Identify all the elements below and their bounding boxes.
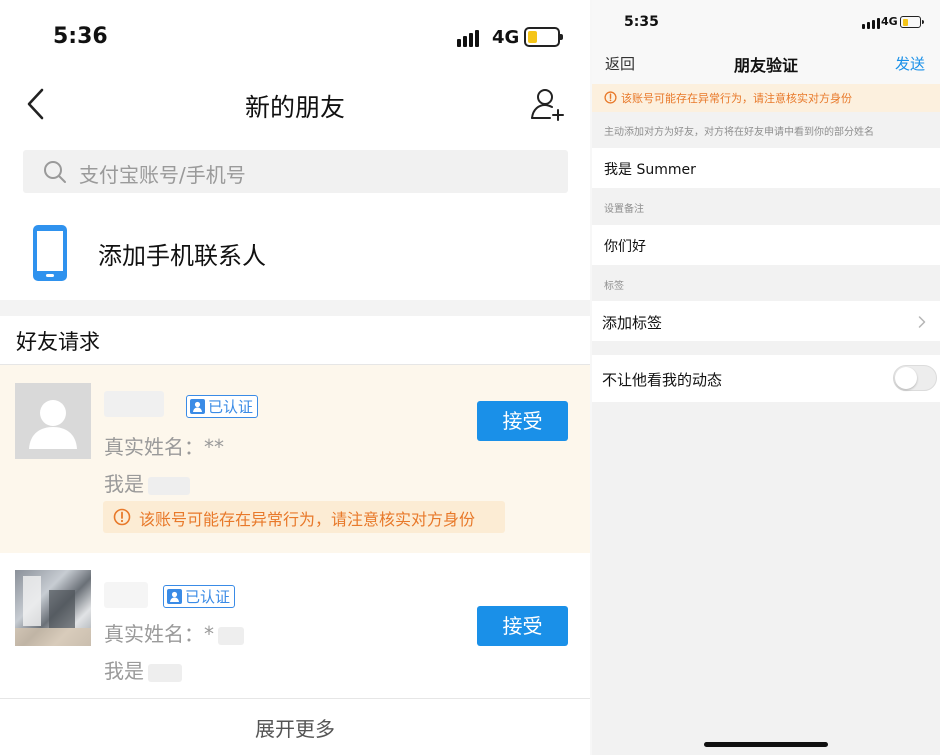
privacy-label: 不让他看我的动态 (602, 371, 723, 389)
default-avatar-icon (29, 400, 77, 449)
privacy-row: 不让他看我的动态 (592, 355, 940, 402)
tags-caption: 标签 (604, 281, 624, 292)
info-circle-icon (604, 91, 617, 104)
real-name-value: ** (204, 435, 224, 459)
status-time: 5:36 (53, 24, 108, 49)
battery-icon (900, 16, 924, 28)
phone-icon (33, 225, 67, 281)
avatar (15, 570, 91, 646)
risk-warning-banner: 该账号可能存在异常行为，请注意核实对方身份 (592, 84, 940, 112)
risk-warning-text: 该账号可能存在异常行为，请注意核实对方身份 (621, 92, 852, 105)
add-tag-row[interactable]: 添加标签 (592, 301, 940, 341)
toggle-knob (895, 367, 917, 389)
top-bar: 5:35 4G 返回 朋友验证 发送 (592, 0, 940, 84)
chevron-right-icon (918, 316, 926, 328)
request-message-prefix: 我是 (104, 659, 144, 683)
message-redacted (148, 476, 190, 495)
avatar (15, 383, 91, 459)
page-title: 新的朋友 (244, 93, 345, 122)
friend-requests-header: 好友请求 (16, 330, 100, 354)
home-indicator (704, 742, 828, 747)
accept-button[interactable]: 接受 (477, 401, 568, 441)
add-friend-icon[interactable] (528, 85, 568, 125)
privacy-toggle[interactable] (893, 365, 937, 391)
network-label: 4G (881, 15, 898, 28)
friend-request-item[interactable]: 已认证 真实姓名：* 我是 接受 (0, 554, 590, 698)
verified-badge: 已认证 (186, 395, 259, 418)
status-time: 5:35 (624, 14, 659, 30)
verified-icon (167, 589, 182, 604)
sender-name-redacted (104, 582, 148, 608)
real-name-label: 真实姓名： (104, 435, 204, 459)
search-placeholder: 支付宝账号/手机号 (79, 163, 246, 187)
search-input[interactable]: 支付宝账号/手机号 (23, 150, 568, 193)
greeting-message-field[interactable]: 我是 Summer (592, 148, 940, 188)
verified-badge-label: 已认证 (185, 587, 231, 606)
real-name-field: 真实姓名：** (104, 431, 224, 460)
friend-request-item[interactable]: 已认证 真实姓名：** 我是 接受 该账号可能存在异常行为，请注意核实对方身份 (0, 365, 590, 553)
accept-button[interactable]: 接受 (477, 606, 568, 646)
divider (0, 698, 590, 699)
verified-badge: 已认证 (163, 585, 236, 608)
add-phone-contacts-label: 添加手机联系人 (98, 242, 266, 270)
add-phone-contacts-row[interactable]: 添加手机联系人 (0, 206, 590, 298)
sender-name-redacted (104, 391, 164, 417)
send-button[interactable]: 发送 (895, 53, 925, 74)
verified-icon (190, 399, 205, 414)
remark-value: 你们好 (604, 239, 646, 255)
real-name-label: 真实姓名： (104, 622, 204, 646)
network-label: 4G (492, 27, 520, 48)
remark-caption: 设置备注 (604, 204, 644, 215)
status-bar: 5:36 4G (0, 0, 590, 70)
message-redacted (148, 663, 182, 682)
real-name-redacted (218, 626, 244, 645)
page-title: 朋友验证 (733, 56, 798, 75)
verified-badge-label: 已认证 (208, 397, 254, 416)
section-divider (0, 300, 590, 316)
navigation-bar: 新的朋友 (0, 72, 590, 136)
new-friends-screen: 5:36 4G 新的朋友 支付宝账号/手机号 添加手机联系人 好友请求 已认证 … (0, 0, 590, 755)
risk-warning-text: 该账号可能存在异常行为，请注意核实对方身份 (139, 510, 476, 529)
request-message: 我是 (104, 468, 190, 497)
battery-icon (524, 27, 563, 47)
signal-icon (457, 30, 479, 47)
greeting-message-value: 我是 Summer (604, 162, 696, 178)
real-name-field: 真实姓名：* (104, 618, 244, 647)
request-message-prefix: 我是 (104, 472, 144, 496)
friend-verification-screen: 5:35 4G 返回 朋友验证 发送 该账号可能存在异常行为，请注意核实对方身份… (592, 0, 940, 755)
request-hint: 主动添加对方为好友，对方将在好友申请中看到你的部分姓名 (604, 127, 874, 138)
search-icon (44, 161, 66, 183)
show-more-button[interactable]: 展开更多 (0, 713, 590, 742)
real-name-value: * (204, 622, 214, 646)
info-circle-icon (113, 508, 131, 526)
risk-warning-banner: 该账号可能存在异常行为，请注意核实对方身份 (103, 501, 505, 533)
signal-icon (862, 18, 880, 29)
request-message: 我是 (104, 655, 182, 684)
add-tag-label: 添加标签 (602, 314, 663, 332)
remark-field[interactable]: 你们好 (592, 225, 940, 265)
